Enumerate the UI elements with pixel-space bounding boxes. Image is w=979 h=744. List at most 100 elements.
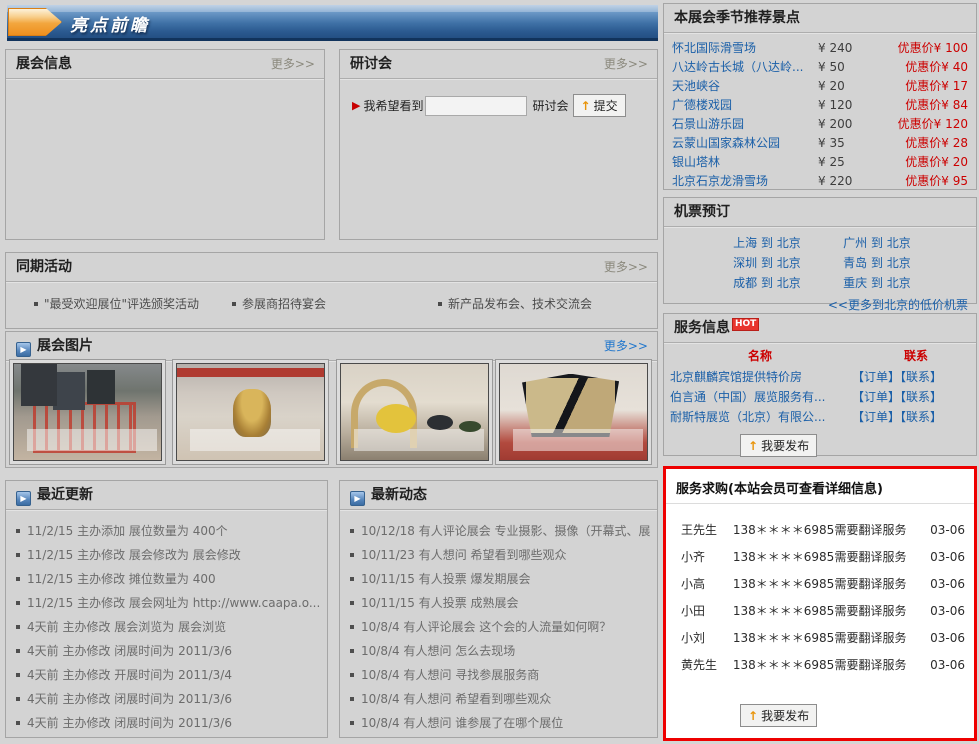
panel-header: ▶最近更新 — [6, 481, 327, 510]
panel-recommended-spots: 本展会季节推荐景点 怀北国际滑雪场 ¥ 240 优惠价¥ 100 八达岭古长城（… — [663, 3, 977, 190]
flight-link[interactable]: 重庆 到 北京 — [830, 273, 924, 293]
up-arrow-icon: ↑ — [748, 439, 758, 453]
spot-link[interactable]: 广德楼戏园 — [672, 96, 818, 113]
update-item[interactable]: 11/2/15 主办修改 展会修改为 展会修改 — [16, 543, 321, 567]
publish-request-button[interactable]: ↑我要发布 — [740, 704, 817, 727]
panel-exhibition-photos: ▶展会图片 更多>> — [5, 331, 658, 468]
update-item[interactable]: 11/2/15 主办修改 摊位数量为 400 — [16, 567, 321, 591]
news-item[interactable]: 10/8/4 有人评论展会 这个会的人流量如何啊？ — [350, 615, 651, 639]
panel-title: 展会信息 — [16, 56, 72, 72]
publish-label: 我要发布 — [761, 707, 809, 724]
photo-thumbnail-play-arch[interactable] — [336, 359, 493, 465]
requester-name: 小高 — [681, 575, 733, 592]
contact-link[interactable]: 【联系】 — [900, 410, 942, 424]
hot-badge: HOT — [732, 318, 759, 331]
contact-link[interactable]: 【联系】 — [900, 390, 942, 404]
flight-link[interactable]: 深圳 到 北京 — [720, 253, 814, 273]
more-link-exhibition-info[interactable]: 更多>> — [271, 50, 315, 78]
more-link-seminar[interactable]: 更多>> — [604, 50, 648, 78]
order-link[interactable]: 【订单】 — [852, 370, 900, 384]
contact-link[interactable]: 【联系】 — [900, 370, 942, 384]
panel-concurrent-activities: 同期活动 更多>> "最受欢迎展位"评选颁奖活动 参展商招待宴会 新产品发布会、… — [5, 252, 658, 329]
submit-button[interactable]: ↑提交 — [573, 94, 626, 117]
request-row: 王先生 138＊＊＊＊6985 需要翻译服务 03-06 — [666, 516, 974, 543]
panel-header: 研讨会 更多>> — [340, 50, 657, 79]
update-item[interactable]: 4天前 主办修改 开展时间为 2011/3/4 — [16, 663, 321, 687]
update-item[interactable]: 4天前 主办修改 闭展时间为 2011/3/6 — [16, 687, 321, 711]
spot-row: 天池峡谷 ¥ 20 优惠价¥ 17 — [664, 76, 976, 95]
panel-header: 展会信息 更多>> — [6, 50, 324, 79]
service-name-link[interactable]: 伯言通（中国）展览服务有... — [670, 387, 852, 407]
spot-discount: 优惠价¥ 95 — [870, 172, 968, 189]
flight-link[interactable]: 广州 到 北京 — [830, 233, 924, 253]
more-cheap-flights-link[interactable]: <<更多到北京的低价机票 — [664, 296, 976, 313]
photo-thumbnail-brochure-stand[interactable] — [495, 359, 652, 465]
news-item[interactable]: 10/8/4 有人想问 怎么去现场 — [350, 639, 651, 663]
watermark-band — [27, 429, 156, 451]
play-square-icon: ▶ — [16, 342, 31, 357]
spot-row: 云蒙山国家森林公园 ¥ 35 优惠价¥ 28 — [664, 133, 976, 152]
spot-price: ¥ 200 — [818, 117, 870, 131]
spot-discount: 优惠价¥ 17 — [870, 77, 968, 94]
arrow-pennant-icon — [8, 8, 62, 36]
publish-label: 我要发布 — [761, 437, 809, 454]
spot-discount: 优惠价¥ 40 — [870, 58, 968, 75]
spot-link[interactable]: 北京石京龙滑雪场 — [672, 172, 818, 189]
news-item[interactable]: 10/11/15 有人投票 爆发期展会 — [350, 567, 651, 591]
requester-phone: 138＊＊＊＊6985 — [733, 521, 835, 538]
update-item[interactable]: 11/2/15 主办添加 展位数量为 400个 — [16, 519, 321, 543]
spot-row: 八达岭古长城（八达岭... ¥ 50 优惠价¥ 40 — [664, 57, 976, 76]
news-item[interactable]: 10/8/4 有人想问 希望看到哪些观众 — [350, 687, 651, 711]
panel-header: ▶展会图片 更多>> — [6, 332, 657, 361]
service-name-link[interactable]: 耐斯特展览（北京）有限公... — [670, 407, 852, 427]
spot-link[interactable]: 天池峡谷 — [672, 77, 818, 94]
flight-link[interactable]: 成都 到 北京 — [720, 273, 814, 293]
flight-link[interactable]: 上海 到 北京 — [720, 233, 814, 253]
requester-phone: 138＊＊＊＊6985 — [733, 656, 835, 673]
update-item[interactable]: 4天前 主办修改 展会浏览为 展会浏览 — [16, 615, 321, 639]
photo-image — [13, 363, 162, 461]
order-link[interactable]: 【订单】 — [852, 390, 900, 404]
more-link-photos[interactable]: 更多>> — [604, 332, 648, 360]
update-item[interactable]: 4天前 主办修改 闭展时间为 2011/3/6 — [16, 639, 321, 663]
publish-service-button[interactable]: ↑我要发布 — [740, 434, 817, 457]
update-item[interactable]: 4天前 主办修改 闭展时间为 2011/3/6 — [16, 711, 321, 735]
activity-item[interactable]: 参展商招待宴会 — [232, 295, 326, 312]
service-row: 耐斯特展览（北京）有限公... 【订单】【联系】 — [664, 407, 976, 427]
recent-updates-list: 11/2/15 主办添加 展位数量为 400个 11/2/15 主办修改 展会修… — [6, 510, 327, 735]
spot-price: ¥ 220 — [818, 174, 870, 188]
news-item[interactable]: 10/11/15 有人投票 成熟展会 — [350, 591, 651, 615]
spot-link[interactable]: 云蒙山国家森林公园 — [672, 134, 818, 151]
spot-discount: 优惠价¥ 84 — [870, 96, 968, 113]
spot-link[interactable]: 石景山游乐园 — [672, 115, 818, 132]
news-item[interactable]: 10/8/4 有人想问 谁参展了在哪个展位 — [350, 711, 651, 735]
spot-price: ¥ 20 — [818, 79, 870, 93]
flight-row: 深圳 到 北京 青岛 到 北京 — [664, 253, 976, 273]
requester-name: 黄先生 — [681, 656, 733, 673]
flight-row: 上海 到 北京 广州 到 北京 — [664, 233, 976, 253]
spot-link[interactable]: 怀北国际滑雪场 — [672, 39, 818, 56]
more-link-concurrent[interactable]: 更多>> — [604, 253, 648, 281]
activity-item[interactable]: 新产品发布会、技术交流会 — [438, 295, 592, 312]
order-link[interactable]: 【订单】 — [852, 410, 900, 424]
panel-flight-booking: 机票预订 上海 到 北京 广州 到 北京 深圳 到 北京 青岛 到 北京 成都 … — [663, 197, 977, 304]
photo-thumbnail-pedal-car[interactable] — [9, 359, 166, 465]
spot-link[interactable]: 八达岭古长城（八达岭... — [672, 58, 818, 75]
photo-thumbnail-booth-statue[interactable] — [172, 359, 329, 465]
flight-link[interactable]: 青岛 到 北京 — [830, 253, 924, 273]
update-item[interactable]: 11/2/15 主办修改 展会网址为 http://www.caapa.o... — [16, 591, 321, 615]
activity-item[interactable]: "最受欢迎展位"评选颁奖活动 — [34, 295, 199, 312]
latest-news-list: 10/12/18 有人评论展会 专业摄影、摄像（开幕式、展 10/11/23 有… — [340, 510, 657, 735]
concurrent-items: "最受欢迎展位"评选颁奖活动 参展商招待宴会 新产品发布会、技术交流会 — [6, 282, 657, 326]
news-item[interactable]: 10/8/4 有人想问 寻找参展服务商 — [350, 663, 651, 687]
spot-row: 怀北国际滑雪场 ¥ 240 优惠价¥ 100 — [664, 38, 976, 57]
up-arrow-icon: ↑ — [748, 709, 758, 723]
request-row: 小高 138＊＊＊＊6985 需要翻译服务 03-06 — [666, 570, 974, 597]
news-item[interactable]: 10/11/23 有人想问 希望看到哪些观众 — [350, 543, 651, 567]
service-name-link[interactable]: 北京麒麟宾馆提供特价房 — [670, 367, 852, 387]
news-item[interactable]: 10/12/18 有人评论展会 专业摄影、摄像（开幕式、展 — [350, 519, 651, 543]
spot-discount: 优惠价¥ 100 — [870, 39, 968, 56]
spot-link[interactable]: 银山塔林 — [672, 153, 818, 170]
watermark-band — [190, 429, 319, 451]
seminar-topic-input[interactable] — [425, 96, 527, 116]
